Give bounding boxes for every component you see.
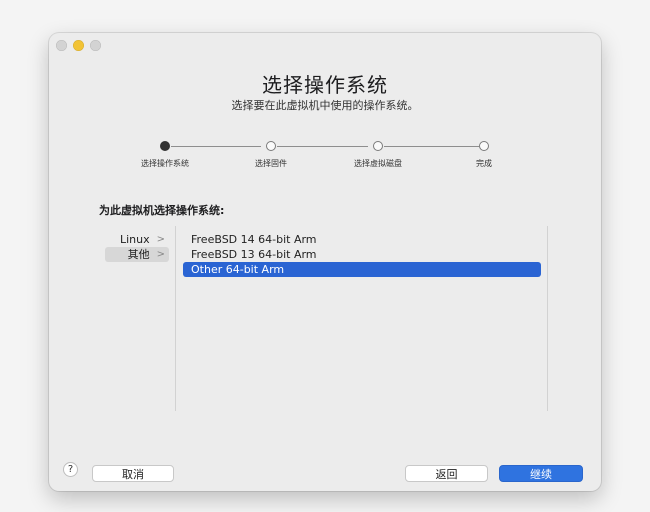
section-label: 为此虚拟机选择操作系统: bbox=[99, 204, 225, 217]
page-title: 选择操作系统 bbox=[262, 73, 388, 97]
category-item-other[interactable]: 其他 > bbox=[105, 247, 169, 262]
step-4-indicator-icon bbox=[479, 141, 489, 151]
os-item-freebsd-13[interactable]: FreeBSD 13 64-bit Arm bbox=[183, 247, 541, 262]
chevron-right-icon: > bbox=[156, 234, 165, 245]
step-connector bbox=[171, 146, 261, 147]
back-button[interactable]: 返回 bbox=[405, 465, 488, 482]
step-1-label: 选择操作系统 bbox=[141, 159, 189, 168]
minimize-window-icon[interactable] bbox=[73, 40, 84, 51]
close-window-icon[interactable] bbox=[56, 40, 67, 51]
category-item-linux[interactable]: Linux > bbox=[105, 232, 169, 247]
dialog-window: 选择操作系统 选择要在此虚拟机中使用的操作系统。 选择操作系统 选择固件 选择虚… bbox=[49, 33, 601, 491]
os-category-list: Linux > 其他 > bbox=[105, 232, 169, 262]
list-divider bbox=[547, 226, 548, 411]
step-1-indicator-icon bbox=[160, 141, 170, 151]
os-version-list: FreeBSD 14 64-bit Arm FreeBSD 13 64-bit … bbox=[183, 232, 541, 277]
step-2-indicator-icon bbox=[266, 141, 276, 151]
help-button[interactable]: ? bbox=[63, 462, 78, 477]
continue-button[interactable]: 继续 bbox=[499, 465, 583, 482]
window-controls bbox=[56, 40, 101, 51]
step-connector bbox=[277, 146, 368, 147]
zoom-window-icon[interactable] bbox=[90, 40, 101, 51]
step-3-label: 选择虚拟磁盘 bbox=[354, 159, 402, 168]
step-2-label: 选择固件 bbox=[255, 159, 287, 168]
list-divider bbox=[175, 226, 176, 411]
category-label: 其他 bbox=[127, 248, 150, 261]
step-4-label: 完成 bbox=[476, 159, 492, 168]
os-item-other-arm[interactable]: Other 64-bit Arm bbox=[183, 262, 541, 277]
step-3-indicator-icon bbox=[373, 141, 383, 151]
step-connector bbox=[384, 146, 479, 147]
category-label: Linux bbox=[119, 233, 150, 246]
os-item-freebsd-14[interactable]: FreeBSD 14 64-bit Arm bbox=[183, 232, 541, 247]
chevron-right-icon: > bbox=[156, 249, 165, 260]
progress-stepper: 选择操作系统 选择固件 选择虚拟磁盘 完成 bbox=[49, 141, 601, 171]
page-subtitle: 选择要在此虚拟机中使用的操作系统。 bbox=[231, 99, 419, 112]
cancel-button[interactable]: 取消 bbox=[92, 465, 174, 482]
